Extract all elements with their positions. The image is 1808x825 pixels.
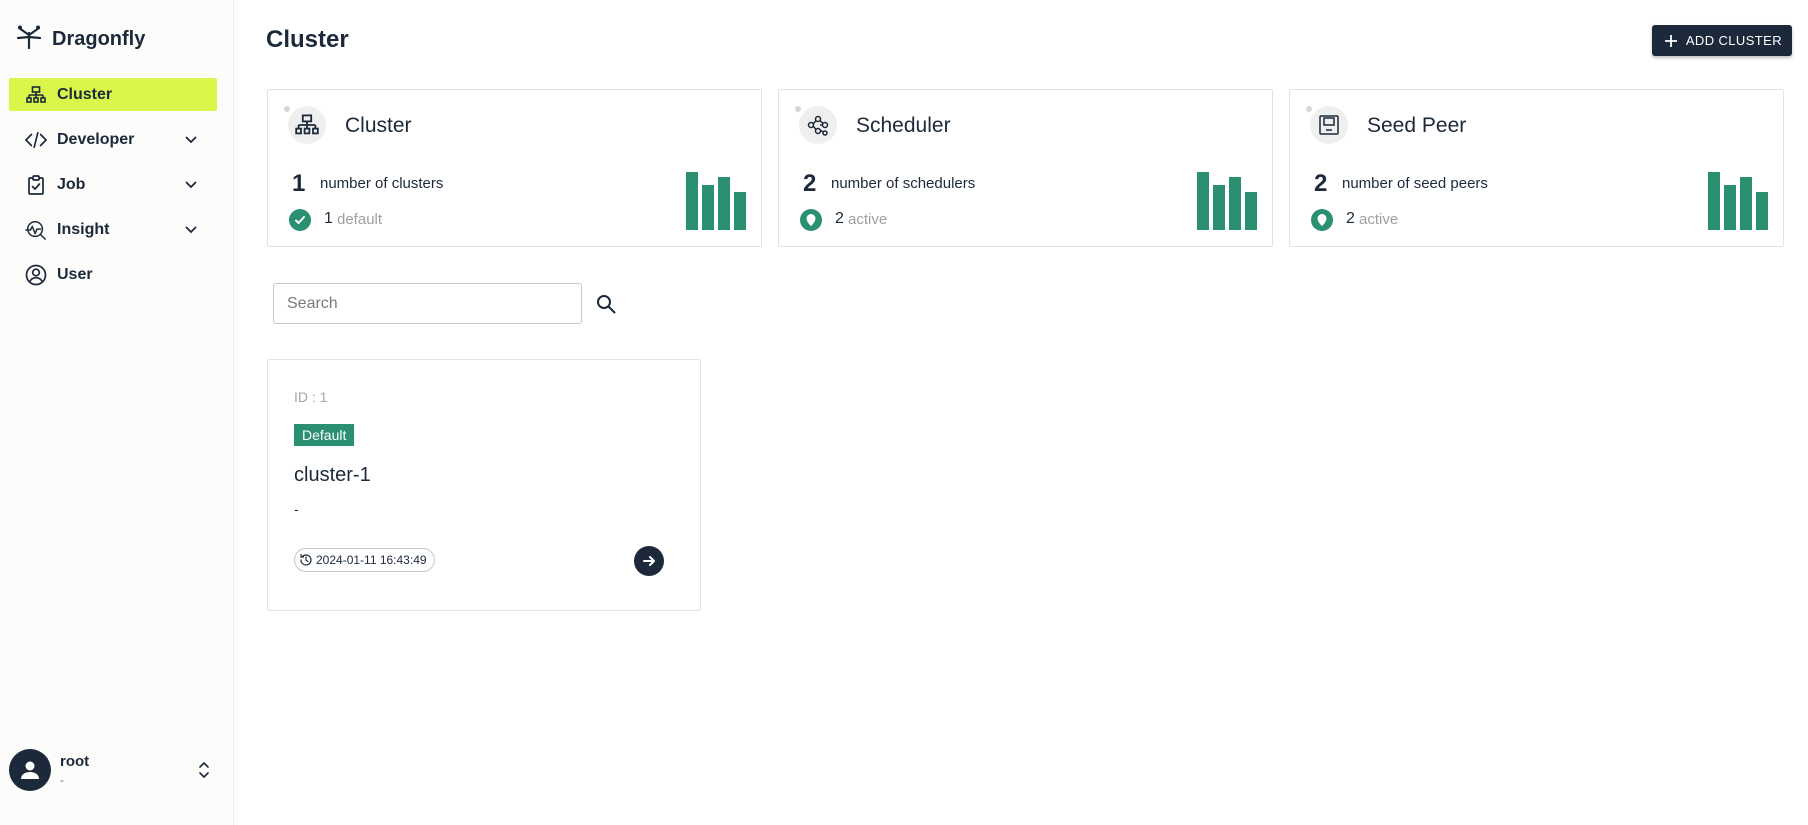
bar (1756, 192, 1768, 230)
bar (1740, 177, 1752, 230)
bar (1229, 177, 1241, 230)
stat-card-cluster: Cluster 1 number of clusters 1 default (267, 89, 762, 247)
stat-description: number of clusters (320, 175, 444, 192)
cluster-icon (25, 84, 47, 106)
add-cluster-button[interactable]: ADD CLUSTER (1651, 25, 1792, 56)
stat-count: 1 (292, 170, 306, 197)
stat-card-scheduler: Scheduler 2 number of schedulers 2 activ… (778, 89, 1273, 247)
stat-count: 2 (1314, 170, 1328, 197)
clipboard-check-icon (25, 174, 47, 196)
stat-sub-label: active (848, 211, 888, 228)
expand-collapse-icon[interactable] (195, 758, 213, 782)
dragonfly-logo-icon (16, 24, 42, 55)
current-user[interactable]: root - (9, 748, 217, 792)
decorative-dot (1306, 106, 1312, 112)
sidebar-item-user[interactable]: User (9, 258, 217, 291)
cluster-icon (288, 106, 326, 144)
insight-chart-icon (25, 219, 47, 241)
brand[interactable]: Dragonfly (16, 24, 145, 55)
stat-sub-count: 2 (835, 210, 844, 227)
stat-description: number of seed peers (1342, 175, 1488, 192)
decorative-dot (284, 106, 290, 112)
code-icon (25, 129, 47, 151)
pin-icon (1311, 209, 1333, 231)
sidebar-item-job[interactable]: Job (9, 168, 217, 201)
cluster-card[interactable]: ID : 1 Default cluster-1 - 2024-01-11 16… (267, 359, 701, 611)
pin-icon (800, 209, 822, 231)
sidebar: Dragonfly Cluster Developer Job Insight … (0, 0, 234, 825)
bar (718, 177, 730, 230)
stat-title: Cluster (345, 114, 412, 137)
scheduler-icon (799, 106, 837, 144)
cluster-description: - (294, 501, 299, 517)
user-subtitle: - (60, 773, 64, 787)
avatar[interactable] (9, 749, 51, 791)
cluster-name: cluster-1 (294, 464, 371, 486)
check-icon (289, 209, 311, 231)
user-circle-icon (25, 264, 47, 286)
main-content: Cluster ADD CLUSTER Cluster 1 number of … (234, 0, 1808, 825)
history-clock-icon (300, 553, 312, 566)
bar (1724, 185, 1736, 230)
sidebar-item-label: Job (57, 175, 86, 193)
bar (702, 185, 714, 230)
chevron-down-icon[interactable] (183, 131, 199, 147)
bar (1245, 192, 1257, 230)
bar (686, 172, 698, 230)
bar (1197, 172, 1209, 230)
bar-chart-icon (1708, 172, 1768, 230)
stats-row: Cluster 1 number of clusters 1 default S… (267, 89, 1784, 247)
stat-description: number of schedulers (831, 175, 976, 192)
decorative-dot (795, 106, 801, 112)
bar (1213, 185, 1225, 230)
stat-count: 2 (803, 170, 817, 197)
open-cluster-button[interactable] (634, 546, 664, 576)
default-badge: Default (294, 424, 355, 446)
search-bar (273, 283, 616, 324)
stat-title: Scheduler (856, 114, 951, 137)
search-icon[interactable] (595, 293, 617, 315)
sidebar-item-label: Cluster (57, 85, 113, 103)
search-input[interactable] (273, 283, 582, 324)
person-icon (21, 761, 39, 779)
bar-chart-icon (686, 172, 746, 230)
sidebar-item-label: Developer (57, 130, 135, 148)
add-cluster-label: ADD CLUSTER (1685, 33, 1782, 48)
bar (734, 192, 746, 230)
stat-sub-label: default (337, 211, 383, 228)
created-at: 2024-01-11 16:43:49 (316, 553, 427, 567)
bar-chart-icon (1197, 172, 1257, 230)
stat-sub-count: 2 (1346, 210, 1355, 227)
stat-title: Seed Peer (1367, 114, 1467, 137)
arrow-right-icon (643, 556, 655, 566)
bar (1708, 172, 1720, 230)
page-title: Cluster (266, 26, 349, 53)
cluster-id: ID : 1 (294, 389, 328, 405)
chevron-down-icon[interactable] (183, 221, 199, 237)
sidebar-item-label: User (57, 265, 93, 283)
sidebar-nav: Cluster Developer Job Insight User (9, 78, 217, 303)
plus-icon (1664, 34, 1677, 47)
sidebar-item-developer[interactable]: Developer (9, 123, 217, 156)
brand-name: Dragonfly (52, 28, 146, 50)
seed-peer-icon (1310, 106, 1348, 144)
stat-sub-count: 1 (324, 210, 333, 227)
sidebar-item-label: Insight (57, 220, 110, 238)
chevron-down-icon[interactable] (183, 176, 199, 192)
stat-card-seed-peer: Seed Peer 2 number of seed peers 2 activ… (1289, 89, 1784, 247)
created-at-chip: 2024-01-11 16:43:49 (294, 548, 435, 572)
user-name: root (60, 753, 90, 770)
stat-sub-label: active (1359, 211, 1399, 228)
sidebar-item-cluster[interactable]: Cluster (9, 78, 217, 111)
sidebar-item-insight[interactable]: Insight (9, 213, 217, 246)
